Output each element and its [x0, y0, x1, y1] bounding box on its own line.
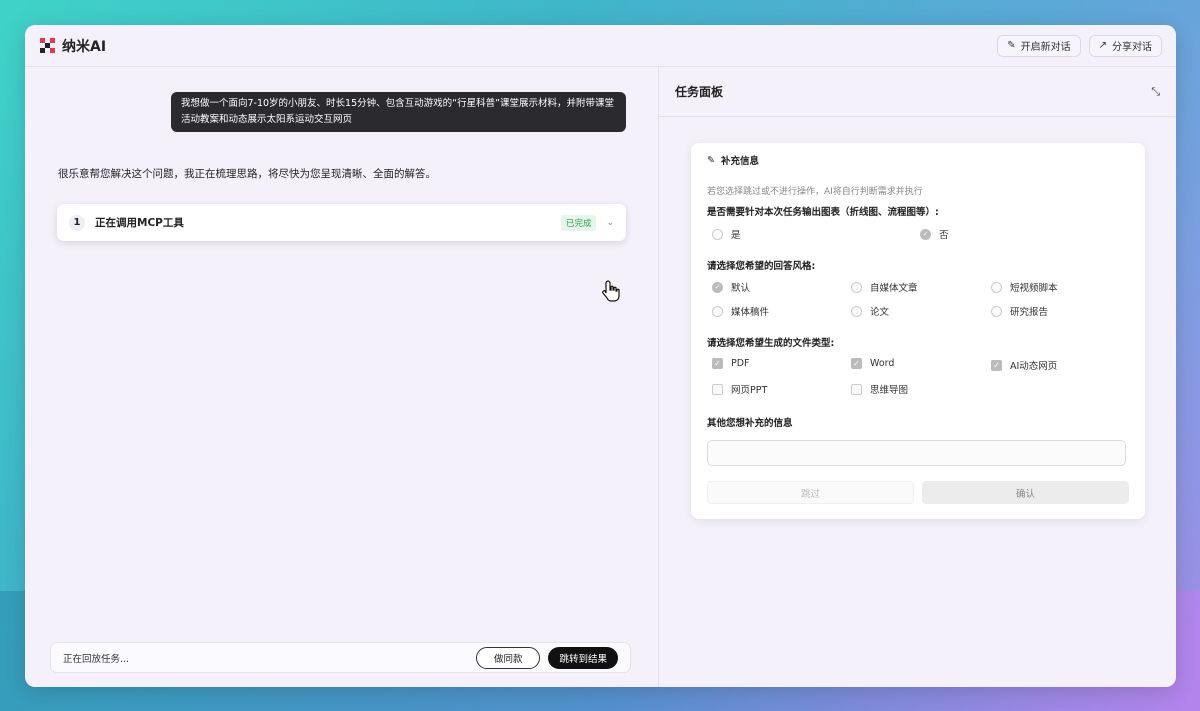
option-web-ppt[interactable]: 网页PPT	[712, 382, 767, 396]
panel-header: 任务面板 ⤡	[659, 67, 1176, 117]
share-label: 分享对话	[1112, 42, 1152, 53]
option-label: Word	[870, 358, 895, 369]
checkbox-icon	[851, 383, 862, 395]
form-hint: 若您选择跳过或不进行操作，AI将自行判断需求并执行	[707, 187, 923, 197]
tool-step-card[interactable]: 1 正在调用MCP工具 已完成 ⌄	[57, 204, 626, 241]
option-no[interactable]: ✓ 否	[920, 227, 949, 241]
new-chat-button[interactable]: ✎ 开启新对话	[997, 34, 1081, 57]
option-label: 是	[731, 230, 741, 241]
panel-title: 任务面板	[675, 85, 724, 99]
replay-status: 正在回放任务...	[63, 653, 130, 665]
option-label: 论文	[870, 307, 890, 318]
top-bar: 纳米AI ✎ 开启新对话 ↗ 分享对话	[25, 25, 1176, 67]
new-chat-icon: ✎	[1007, 40, 1016, 51]
option-label: 思维导图	[870, 385, 909, 396]
jump-to-result-button[interactable]: 跳转到结果	[548, 646, 618, 669]
question-chart: 是否需要针对本次任务输出图表（折线图、流程图等）:	[707, 207, 939, 218]
option-label: AI动态网页	[1010, 361, 1058, 372]
option-research-report[interactable]: 研究报告	[991, 304, 1048, 318]
radio-checked-icon: ✓	[712, 281, 723, 293]
option-label: 否	[939, 230, 949, 241]
radio-checked-icon: ✓	[920, 228, 931, 240]
option-label: 研究报告	[1010, 307, 1049, 318]
chevron-down-icon[interactable]: ⌄	[606, 218, 614, 228]
step-title: 正在调用MCP工具	[95, 217, 184, 229]
ai-message: 很乐意帮您解决这个问题，我正在梳理思路，将尽快为您呈现清晰、全面的解答。	[58, 168, 436, 180]
extra-info-input[interactable]	[707, 440, 1126, 466]
logo-icon	[39, 37, 56, 54]
form-header-label: 补充信息	[720, 156, 759, 167]
share-button[interactable]: ↗ 分享对话	[1088, 34, 1162, 57]
checkbox-checked-icon: ✓	[851, 358, 862, 369]
task-panel: 任务面板 ⤡ ✎ 补充信息 若您选择跳过或不进行操作，AI将自行判断需求并执行 …	[659, 67, 1176, 687]
new-chat-label: 开启新对话	[1020, 42, 1071, 53]
hand-cursor-icon	[602, 280, 620, 302]
option-label: 自媒体文章	[870, 283, 918, 294]
app-window: 纳米AI ✎ 开启新对话 ↗ 分享对话 我想做一个面向7-10岁的小朋友、时长1…	[25, 25, 1176, 687]
supplement-form: ✎ 补充信息 若您选择跳过或不进行操作，AI将自行判断需求并执行 是否需要针对本…	[691, 143, 1145, 519]
question-extra: 其他您想补充的信息	[707, 418, 793, 429]
option-label: 默认	[731, 283, 751, 294]
chat-area: 我想做一个面向7-10岁的小朋友、时长15分钟、包含互动游戏的“行星科普”课堂展…	[25, 67, 658, 687]
checkbox-checked-icon: ✓	[991, 359, 1002, 371]
radio-icon	[712, 305, 723, 317]
make-same-button[interactable]: 做同款	[475, 646, 541, 669]
question-style: 请选择您希望的回答风格:	[707, 261, 816, 272]
radio-icon	[991, 281, 1002, 293]
replay-bar: 正在回放任务... 做同款 跳转到结果	[50, 642, 631, 673]
option-press-release[interactable]: 媒体稿件	[712, 304, 769, 318]
skip-button[interactable]: 跳过	[707, 481, 914, 504]
checkbox-checked-icon: ✓	[712, 358, 723, 369]
option-default[interactable]: ✓ 默认	[712, 280, 750, 294]
option-mind-map[interactable]: 思维导图	[851, 382, 908, 396]
share-icon: ↗	[1098, 40, 1107, 51]
option-word[interactable]: ✓ Word	[851, 358, 894, 369]
step-number: 1	[69, 214, 85, 231]
option-video-script[interactable]: 短视频脚本	[991, 280, 1058, 294]
option-ai-webpage[interactable]: ✓ AI动态网页	[991, 358, 1057, 372]
edit-icon: ✎	[707, 154, 715, 166]
radio-icon	[712, 228, 723, 240]
option-pdf[interactable]: ✓ PDF	[712, 358, 750, 369]
radio-icon	[851, 305, 862, 317]
option-yes[interactable]: 是	[712, 227, 741, 241]
option-label: PDF	[731, 358, 750, 369]
radio-icon	[851, 281, 862, 293]
app-name: 纳米AI	[62, 38, 107, 55]
radio-icon	[991, 305, 1002, 317]
option-paper[interactable]: 论文	[851, 304, 889, 318]
question-file-type: 请选择您希望生成的文件类型:	[707, 338, 835, 349]
option-label: 媒体稿件	[731, 307, 770, 318]
collapse-icon[interactable]: ⤡	[1151, 85, 1160, 99]
option-label: 网页PPT	[731, 385, 768, 396]
app-logo[interactable]: 纳米AI	[39, 36, 106, 56]
status-badge: 已完成	[560, 214, 597, 231]
form-header: ✎ 补充信息	[707, 153, 1129, 168]
option-label: 短视频脚本	[1010, 283, 1058, 294]
checkbox-icon	[712, 383, 723, 395]
confirm-button[interactable]: 确认	[922, 481, 1129, 504]
option-media-article[interactable]: 自媒体文章	[851, 280, 918, 294]
user-message: 我想做一个面向7-10岁的小朋友、时长15分钟、包含互动游戏的“行星科普”课堂展…	[171, 92, 626, 132]
